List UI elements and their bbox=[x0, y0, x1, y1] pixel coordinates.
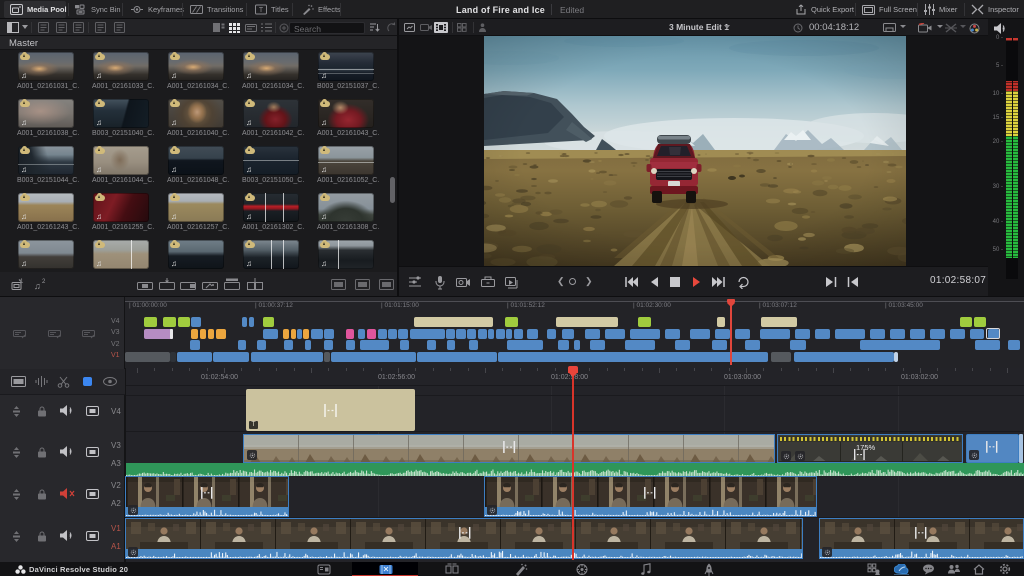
svg-text:♫: ♫ bbox=[34, 281, 41, 291]
svg-text:2: 2 bbox=[42, 279, 46, 285]
svg-text:T: T bbox=[259, 7, 264, 14]
